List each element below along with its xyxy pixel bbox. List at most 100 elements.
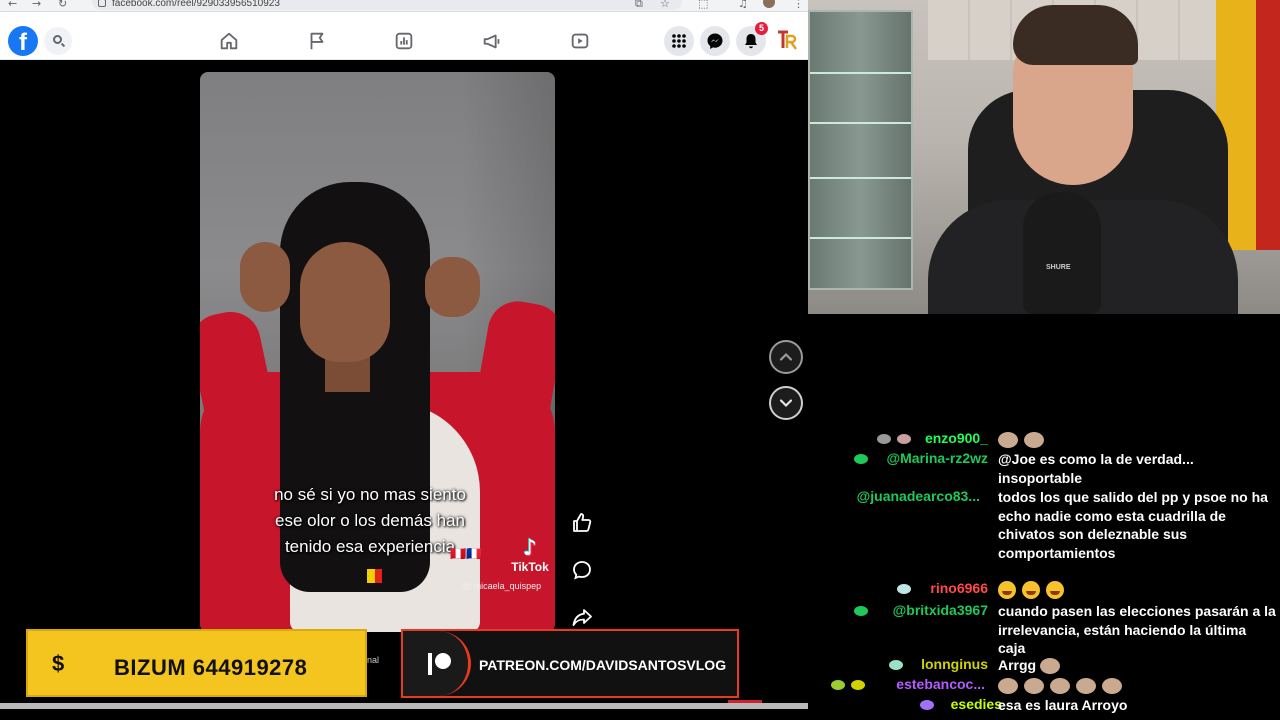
- laughing-emoji-icon: [1046, 581, 1064, 600]
- webcam-feed: SHURE: [808, 0, 1280, 314]
- chat-message-text: [998, 580, 1276, 600]
- home-icon: [220, 32, 238, 50]
- messenger-button[interactable]: [700, 26, 730, 56]
- chat-emote-icon: [998, 678, 1018, 695]
- chat-badge-icon: [831, 680, 846, 690]
- chat-emote-icon: [998, 432, 1018, 449]
- chat-message-text: todos los que salido del pp y psoe no ha…: [998, 489, 1268, 561]
- thumbs-up-icon: [573, 513, 592, 532]
- screen: ← → ↻ facebook.com/reel/929033956510923 …: [0, 0, 1280, 720]
- chat-message-text: esa es laura Arroyo: [998, 697, 1128, 713]
- comment-button[interactable]: [570, 558, 594, 582]
- chevron-down-icon: [779, 399, 793, 408]
- tab-reels[interactable]: [389, 26, 419, 56]
- chat-message-text: [998, 676, 1276, 695]
- facebook-logo[interactable]: f: [8, 26, 38, 56]
- share-icon: [572, 609, 592, 626]
- browser-scrollbar[interactable]: [0, 703, 808, 709]
- caption-flags: 🇵🇪🇫🇷: [450, 546, 483, 561]
- microphone-brand: SHURE: [1046, 264, 1071, 271]
- chat-message-text: cuando pasen las elecciones pasarán a la…: [998, 603, 1276, 656]
- chat-badge-icon: [854, 454, 869, 464]
- laughing-emoji-icon: [998, 581, 1016, 600]
- tab-video[interactable]: [565, 26, 595, 56]
- megaphone-icon: [483, 34, 500, 49]
- stats-icon: [395, 32, 413, 50]
- video-icon: [571, 33, 589, 49]
- tiktok-icon: ♪: [522, 536, 538, 561]
- bookmark-star-icon[interactable]: ☆: [660, 0, 670, 10]
- chat-emote-icon: [1050, 678, 1070, 695]
- tab-pages[interactable]: [302, 26, 332, 56]
- dollar-icon: $: [52, 651, 65, 676]
- chat-message-text: @Joe es como la de verdad... insoportabl…: [998, 451, 1194, 486]
- chat-badge-icon: [897, 434, 912, 444]
- tab-ads[interactable]: [477, 26, 507, 56]
- chat-emote-icon: [1102, 678, 1122, 695]
- chat-username[interactable]: @juanadearco83...: [857, 488, 980, 504]
- grid-menu-icon: [672, 34, 686, 48]
- live-chat: enzo900_ @Marina-rz2wz @Joe es como la de …: [808, 314, 1280, 720]
- browser-toolbar: ← → ↻ facebook.com/reel/929033956510923 …: [0, 0, 808, 12]
- media-control-icon[interactable]: ♫: [738, 0, 748, 10]
- reload-icon[interactable]: ↻: [58, 0, 67, 10]
- chat-username[interactable]: lonnginus: [921, 656, 988, 672]
- notification-count-badge: 5: [755, 22, 768, 35]
- chat-message-text: Arrgg: [998, 656, 1276, 675]
- bizum-number: BIZUM 644919278: [114, 655, 308, 680]
- laughing-emoji-icon: [1022, 581, 1040, 600]
- chat-username[interactable]: @britxida3967: [893, 602, 988, 618]
- chat-message-text: [998, 430, 1276, 449]
- back-arrow-icon[interactable]: ←: [8, 0, 17, 10]
- chat-badge-icon: [877, 434, 892, 444]
- chat-emote-icon: [1024, 432, 1044, 449]
- bell-icon: [745, 34, 757, 49]
- reel-video[interactable]: no sé si yo no mas siento ese olor o los…: [200, 72, 555, 632]
- bizum-donation-banner: $ BIZUM 644919278: [26, 629, 367, 697]
- install-app-icon[interactable]: ⧉: [635, 0, 643, 11]
- site-info-icon[interactable]: [98, 0, 106, 7]
- tiktok-username: @ micaela_quispep: [462, 581, 542, 591]
- chat-username[interactable]: enzo900_: [925, 430, 988, 446]
- messenger-icon: [707, 33, 723, 49]
- patreon-banner: PATREON.COM/DAVIDSANTOSVLOG: [401, 629, 739, 698]
- chat-emote-icon: [1024, 678, 1044, 695]
- forward-arrow-icon[interactable]: →: [32, 0, 41, 10]
- address-bar-url[interactable]: facebook.com/reel/929033956510923: [112, 0, 280, 9]
- profile-avatar-logo[interactable]: [774, 26, 800, 52]
- address-bar[interactable]: facebook.com/reel/929033956510923: [92, 0, 682, 10]
- chat-badge-icon: [897, 584, 912, 594]
- browser-window: ← → ↻ facebook.com/reel/929033956510923 …: [0, 0, 808, 712]
- flag-icon: [310, 32, 324, 50]
- chat-username[interactable]: @Marina-rz2wz: [886, 450, 988, 466]
- patreon-url: PATREON.COM/DAVIDSANTOSVLOG: [479, 657, 727, 673]
- previous-reel-button[interactable]: [769, 340, 803, 374]
- belgium-flag-icon: [360, 569, 382, 583]
- display-shelf: [808, 10, 913, 290]
- chevron-up-icon: [779, 352, 793, 361]
- menu-button[interactable]: [664, 26, 694, 56]
- video-subject-face: [300, 242, 390, 362]
- comment-icon: [573, 561, 591, 580]
- browser-menu-icon[interactable]: ⋮: [793, 0, 804, 10]
- like-button[interactable]: [570, 511, 594, 535]
- chat-badge-icon: [851, 680, 866, 690]
- chat-emote-icon: [1076, 678, 1096, 695]
- search-button[interactable]: [44, 27, 72, 55]
- chat-username[interactable]: rino6966: [930, 580, 988, 596]
- chat-badge-icon: [888, 660, 903, 670]
- chat-username[interactable]: estebancoc...: [896, 676, 985, 692]
- next-reel-button[interactable]: [769, 386, 803, 420]
- chat-emote-icon: [1040, 658, 1061, 675]
- tab-home[interactable]: [214, 26, 244, 56]
- share-button[interactable]: [570, 605, 594, 629]
- partial-label: nal: [367, 655, 380, 665]
- facebook-header: f: [0, 12, 808, 60]
- chat-badge-icon: [854, 606, 869, 616]
- chat-badge-icon: [919, 700, 934, 710]
- microphone: SHURE: [1023, 192, 1101, 314]
- chat-username[interactable]: esedies: [951, 696, 1002, 712]
- extensions-icon[interactable]: ⬚: [698, 0, 708, 10]
- tiktok-watermark: ♪ TikTok: [506, 536, 554, 575]
- browser-profile-avatar[interactable]: [763, 0, 775, 8]
